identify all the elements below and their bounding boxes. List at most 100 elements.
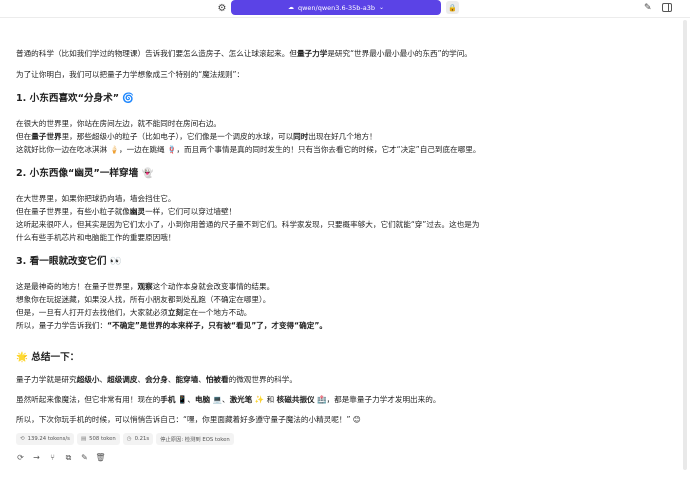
token-icon: ▤: [80, 436, 87, 442]
text: 是研究“世界最小最小最小的东西”的学问。: [327, 49, 472, 58]
token-value: 508 token: [89, 436, 116, 442]
summary-line-3: 所以，下次你玩手机的时候，可以悄悄告诉自己：“嘿，你里面藏着好多遵守量子魔法的小…: [16, 415, 361, 424]
summary-line-2: 虽然听起来像魔法，但它非常有用！现在的手机 📱、电脑 💻、激光笔 ✨ 和 核磁共…: [16, 393, 676, 406]
bold-text: 核磁共振仪: [276, 395, 315, 404]
text: 但在: [16, 132, 32, 141]
time-value: 0.21s: [134, 436, 150, 442]
text: 出现在好几个地方！: [308, 132, 377, 141]
star-icon: 🌟: [16, 352, 28, 363]
bold-text: “不确定”是世界的本来样子，只有被“看见”了，才变得“确定”。: [107, 321, 327, 330]
time-chip: ◷ 0.21s: [122, 433, 154, 445]
delete-icon[interactable]: 🗑: [95, 453, 105, 462]
text-line: 但在量子世界里，那些超级小的粒子（比如电子），它们像是一个调皮的水球，可以同时出…: [16, 130, 676, 143]
speed-icon: ⟲: [20, 436, 25, 442]
summary-line-1: 量子力学就是研究超级小、超级调皮、会分身、能穿墙、怕被看的微观世界的科学。: [16, 373, 676, 386]
bold-text: 电脑: [194, 395, 211, 404]
text: 、: [99, 375, 108, 384]
continue-icon[interactable]: →: [32, 453, 41, 462]
text: 虽然听起来像魔法，但它非常有用！现在的: [16, 395, 161, 404]
scrollbar[interactable]: [683, 20, 687, 470]
cyclone-icon: 🌀: [122, 93, 135, 104]
text: 这个动作本身就会改变事情的结果。: [152, 282, 275, 291]
edit-icon[interactable]: ✎: [644, 3, 652, 13]
ghost-icon: 👻: [141, 168, 154, 179]
text-line: 但是，一旦有人打开灯去找他们，大家就必须立刻定在一个地方不动。: [16, 306, 676, 319]
section-heading-1: 1. 小东西喜欢“分身术” 🌀: [16, 93, 676, 105]
bold-text: 怕被看: [205, 375, 229, 384]
sidebar-toggle-icon[interactable]: [662, 3, 672, 12]
scrollbar-thumb[interactable]: [683, 20, 687, 470]
copy-icon[interactable]: ⧉: [64, 453, 73, 462]
text: 里，那些超级小的粒子（比如电子），它们像是一个调皮的水球，可以: [61, 132, 294, 141]
bold-text: 量子世界: [31, 132, 62, 141]
lock-icon[interactable]: 🔒: [446, 1, 459, 14]
summary-heading: 🌟 总结一下：: [16, 352, 676, 364]
bold-text: 同时: [293, 132, 309, 141]
text: 但是，一旦有人打开灯去找他们，大家就必须: [16, 308, 168, 317]
bold-text: 观察: [137, 282, 153, 291]
text: 🏥，都是靠量子力学才发明出来的。: [314, 395, 441, 404]
bold-text: 超级调皮: [107, 375, 138, 384]
text: 所以，量子力学告诉我们：: [16, 321, 108, 330]
intro-paragraph-2: 为了让你明白，我们可以把量子力学想象成三个特别的“魔法规则”：: [16, 70, 245, 79]
model-selector[interactable]: ☁ qwen/qwen3.6-35b-a3b ⌄: [231, 0, 441, 15]
edit-icon[interactable]: ✎: [80, 453, 89, 462]
text-line: 但在量子世界里，有些小粒子就像幽灵一样，它们可以穿过墙壁！: [16, 205, 676, 218]
text: 定在一个地方不动。: [183, 308, 252, 317]
clock-icon: ◷: [126, 436, 132, 442]
message-actions: ⟳ → ⑂ ⧉ ✎ 🗑: [16, 453, 105, 463]
text: ✨ 和: [252, 395, 277, 404]
text-line: 这就好比你一边在吃冰淇淋 🍦，一边在跳绳 🪢，而且两个事情是真的同时发生的！只有…: [16, 145, 481, 154]
eyes-icon: 👀: [109, 256, 122, 267]
text: 一样，它们可以穿过墙壁！: [145, 207, 237, 216]
text: 💻、: [210, 395, 230, 404]
bold-text: 超级小: [76, 375, 100, 384]
heading-text: 总结一下：: [31, 352, 80, 363]
token-chip: ▤ 508 token: [76, 433, 120, 445]
heading-text: 2. 小东西像“幽灵”一样穿墙: [16, 168, 139, 179]
text-line: 在大世界里，如果你把球扔向墙，墙会挡住它。: [16, 194, 176, 203]
bold-text: 激光笔: [229, 395, 253, 404]
speed-chip: ⟲ 139.24 tokens/s: [16, 433, 74, 445]
regenerate-icon[interactable]: ⟳: [16, 453, 25, 462]
section-1-body: 在很大的世界里，你站在房间左边，就不能同时在房间右边。 但在量子世界里，那些超级…: [16, 117, 676, 156]
bold-text: 手机: [160, 395, 176, 404]
text-line: 这是最神奇的地方！在量子世界里，观察这个动作本身就会改变事情的结果。: [16, 280, 676, 293]
text-line: 什么有些手机芯片和电脑能工作的重要原因哦！: [16, 233, 176, 242]
text: 📱、: [175, 395, 195, 404]
stop-reason-chip: 停止原因: 检测到 EOS token: [156, 433, 234, 445]
divider: [0, 17, 690, 18]
bold-text: 立刻: [167, 308, 184, 317]
text: 量子力学就是研究: [16, 375, 77, 384]
stop-reason-value: 停止原因: 检测到 EOS token: [160, 437, 230, 443]
generation-stats: ⟲ 139.24 tokens/s ▤ 508 token ◷ 0.21s 停止原因:…: [16, 433, 234, 445]
section-heading-3: 3. 看一眼就改变它们 👀: [16, 256, 676, 268]
gear-icon[interactable]: ⚙: [216, 2, 228, 14]
text-line: 这听起来很吓人，但其实是因为它们太小了，小到你用普通的尺子量不到它们。科学家发现…: [16, 220, 480, 229]
speed-value: 139.24 tokens/s: [27, 436, 70, 442]
top-bar: ⚙ ☁ qwen/qwen3.6-35b-a3b ⌄ 🔒 ✎: [0, 0, 690, 17]
intro-paragraph: 普通的科学（比如我们学过的物理课）告诉我们要怎么造房子、怎么让球滚起来。但量子力…: [16, 47, 676, 60]
text: 普通的科学（比如我们学过的物理课）告诉我们要怎么造房子、怎么让球滚起来。但: [16, 49, 297, 58]
branch-icon[interactable]: ⑂: [48, 453, 57, 462]
bold-text: 量子力学: [296, 49, 328, 58]
model-name: qwen/qwen3.6-35b-a3b: [297, 3, 375, 12]
text: 、: [137, 375, 146, 384]
section-2-body: 在大世界里，如果你把球扔向墙，墙会挡住它。 但在量子世界里，有些小粒子就像幽灵一…: [16, 192, 676, 244]
section-heading-2: 2. 小东西像“幽灵”一样穿墙 👻: [16, 168, 676, 180]
text-line: 想象你在玩捉迷藏，如果没人找，所有小朋友都到处乱跑（不确定在哪里）。: [16, 295, 271, 304]
chevron-down-icon: ⌄: [378, 4, 384, 11]
text: 但在量子世界里，有些小粒子就像: [16, 207, 130, 216]
bold-text: 幽灵: [129, 207, 146, 216]
heading-text: 1. 小东西喜欢“分身术”: [16, 93, 120, 104]
assistant-message: 普通的科学（比如我们学过的物理课）告诉我们要怎么造房子、怎么让球滚起来。但量子力…: [16, 47, 676, 426]
section-3-body: 这是最神奇的地方！在量子世界里，观察这个动作本身就会改变事情的结果。 想象你在玩…: [16, 280, 676, 332]
bold-text: 会分身: [145, 375, 168, 384]
text: 、: [198, 375, 206, 384]
text-line: 在很大的世界里，你站在房间左边，就不能同时在房间右边。: [16, 119, 222, 128]
bold-text: 能穿墙: [175, 375, 199, 384]
text-line: 所以，量子力学告诉我们：“不确定”是世界的本来样子，只有被“看见”了，才变得“确…: [16, 319, 676, 332]
model-icon: ☁: [287, 4, 294, 11]
heading-text: 3. 看一眼就改变它们: [16, 256, 107, 267]
text: 这是最神奇的地方！在量子世界里，: [16, 282, 138, 291]
